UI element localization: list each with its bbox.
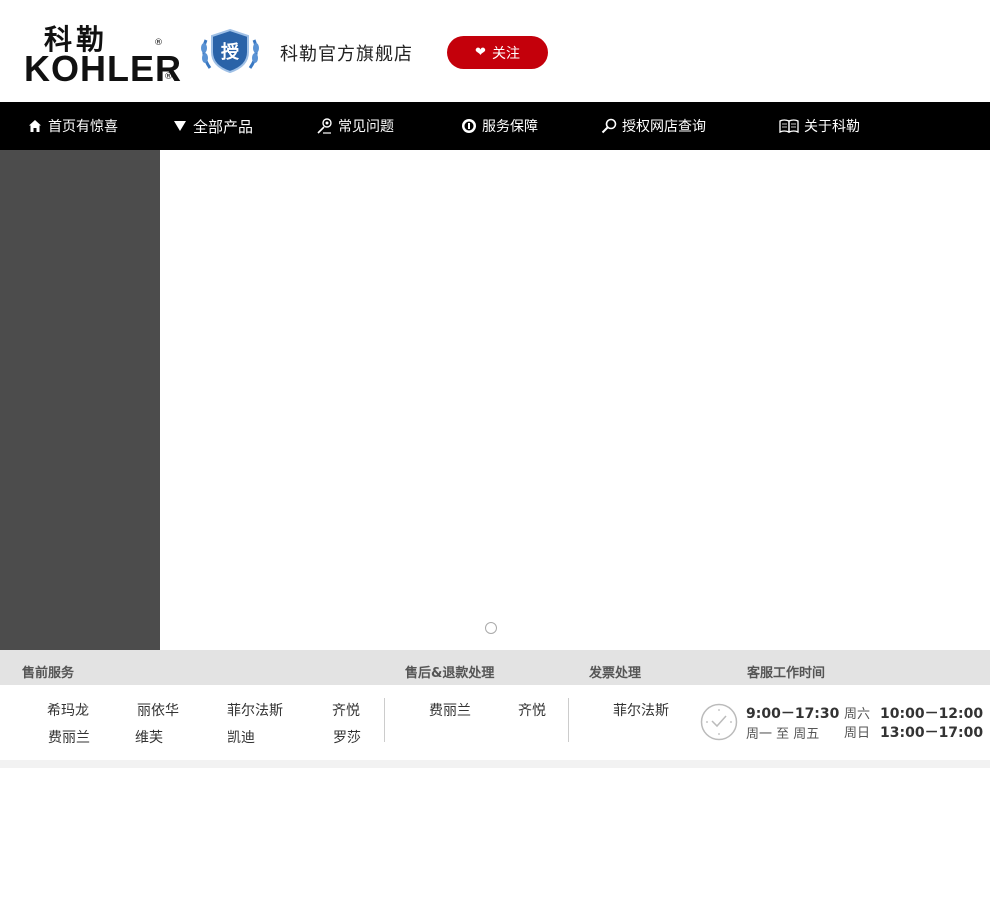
nav-label: 服务保障 <box>482 119 538 135</box>
presale-agent-link[interactable]: 齐悦 <box>332 700 360 720</box>
footer-band <box>0 760 990 768</box>
saturday-hours: 10:00－12:00 <box>880 706 984 722</box>
nav-label: 首页有惊喜 <box>48 119 118 135</box>
service-badge-icon <box>461 118 477 134</box>
weekday-label: 周一 至 周五 <box>746 727 820 742</box>
aftersale-agent-link[interactable]: 齐悦 <box>518 700 546 720</box>
triangle-down-icon <box>172 118 188 134</box>
aftersale-heading: 售后&退款处理 <box>405 666 495 681</box>
nav-item-about[interactable]: 关于科勒 <box>779 102 860 150</box>
kohler-logo[interactable]: 科勒 ® KOHLER ® <box>24 18 181 89</box>
store-name: 科勒官方旗舰店 <box>280 44 413 65</box>
logo-english-text: KOHLER <box>24 48 182 89</box>
presale-agent-link[interactable]: 费丽兰 <box>48 727 90 747</box>
presale-agent-link[interactable]: 菲尔法斯 <box>227 700 283 720</box>
nav-label: 关于科勒 <box>804 119 860 135</box>
follow-button[interactable]: ❤ 关注 <box>447 36 548 69</box>
invoice-agent-link[interactable]: 菲尔法斯 <box>613 700 669 720</box>
store-header: 科勒 ® KOHLER ® 授 科勒官方旗舰店 ❤ 关注 <box>0 0 990 102</box>
follow-label: 关注 <box>491 45 520 62</box>
heart-icon: ❤ <box>475 45 486 60</box>
nav-label: 常见问题 <box>338 119 394 135</box>
logo-registered-mark: ® <box>154 38 163 48</box>
nav-item-home[interactable]: 首页有惊喜 <box>27 102 118 150</box>
presale-heading: 售前服务 <box>22 666 75 681</box>
nav-item-authorized-shops[interactable]: 授权网店查询 <box>601 102 706 150</box>
home-icon <box>27 118 43 134</box>
badge-char: 授 <box>221 41 240 63</box>
presale-agent-link[interactable]: 罗莎 <box>333 727 361 747</box>
loading-spinner-icon <box>485 622 497 634</box>
hours-heading: 客服工作时间 <box>747 666 826 681</box>
service-header-bar: 售前服务 售后&退款处理 发票处理 客服工作时间 <box>0 650 990 685</box>
nav-item-service[interactable]: 服务保障 <box>461 102 538 150</box>
left-sidebar <box>0 150 160 650</box>
saturday-label: 周六 <box>844 707 871 722</box>
presale-agent-link[interactable]: 希玛龙 <box>47 700 89 720</box>
search-icon <box>601 118 617 134</box>
nav-item-faq[interactable]: 常见问题 <box>317 102 394 150</box>
service-body <box>0 685 990 760</box>
question-person-icon <box>317 118 333 134</box>
clock-icon <box>700 703 738 741</box>
sunday-label: 周日 <box>844 726 871 741</box>
book-icon <box>779 118 799 134</box>
nav-label: 授权网店查询 <box>622 119 706 135</box>
main-nav: 首页有惊喜 全部产品 常见问题 服务保障 授权网店查询 关于科勒 <box>0 102 990 150</box>
main-content-area <box>160 150 990 650</box>
nav-label: 全部产品 <box>193 117 254 136</box>
invoice-heading: 发票处理 <box>589 666 642 681</box>
divider <box>568 698 569 742</box>
authorized-shield-icon: 授 <box>198 28 262 76</box>
presale-agent-link[interactable]: 丽依华 <box>137 700 179 720</box>
sunday-hours: 13:00－17:00 <box>880 725 984 741</box>
aftersale-agent-link[interactable]: 费丽兰 <box>429 700 471 720</box>
nav-item-all-products[interactable]: 全部产品 <box>172 102 253 150</box>
presale-agent-link[interactable]: 维芙 <box>135 727 163 747</box>
presale-agent-link[interactable]: 凯迪 <box>227 727 255 747</box>
logo-registered-mark-en: ® <box>164 72 173 82</box>
weekday-hours: 9:00－17:30 <box>746 706 840 722</box>
divider <box>384 698 385 742</box>
